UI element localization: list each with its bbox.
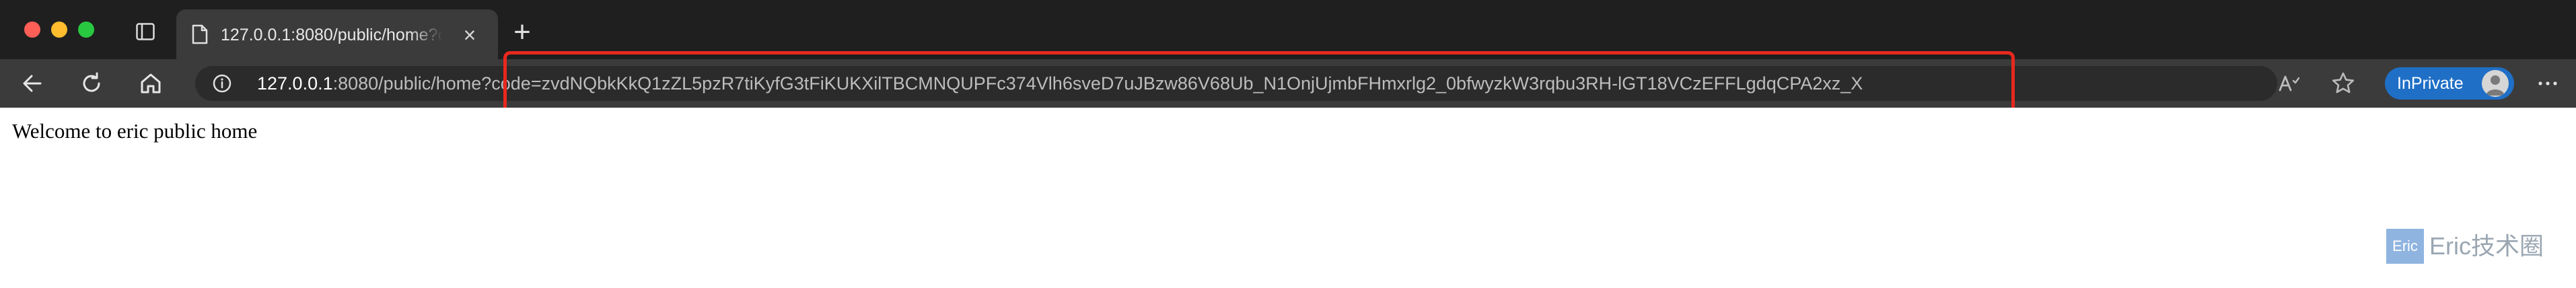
home-icon[interactable] <box>137 70 164 97</box>
favorite-star-icon[interactable] <box>2330 70 2357 97</box>
inprivate-label: InPrivate <box>2397 74 2464 93</box>
tab-active[interactable]: 127.0.0.1:8080/public/home?code=zvdNQbkK… <box>176 9 498 59</box>
close-window-button[interactable] <box>24 22 40 38</box>
minimize-window-button[interactable] <box>51 22 67 38</box>
tab-title: 127.0.0.1:8080/public/home?code=zvdNQbkK… <box>221 26 443 44</box>
url-host: 127.0.0.1 <box>257 73 333 94</box>
reload-icon[interactable] <box>78 70 105 97</box>
zoom-window-button[interactable] <box>78 22 94 38</box>
title-bar: 127.0.0.1:8080/public/home?code=zvdNQbkK… <box>0 0 2576 59</box>
watermark-badge: Eric <box>2386 229 2424 264</box>
more-options-icon[interactable] <box>2534 70 2561 97</box>
profile-icon <box>2486 75 2505 96</box>
url-highlight-box <box>503 51 2015 116</box>
watermark: Eric Eric技术圈 <box>2386 229 2559 264</box>
tab-close-button[interactable]: × <box>459 24 480 46</box>
watermark-text: Eric技术圈 <box>2429 232 2544 260</box>
tab-actions-icon[interactable] <box>136 23 155 40</box>
new-tab-button[interactable]: + <box>509 17 536 47</box>
back-arrow-icon[interactable] <box>19 70 46 97</box>
page-icon <box>192 24 208 44</box>
welcome-text: Welcome to eric public home <box>12 119 258 143</box>
site-info-icon[interactable] <box>213 74 231 93</box>
read-aloud-icon[interactable] <box>2276 70 2303 97</box>
inprivate-badge[interactable]: InPrivate <box>2385 67 2514 100</box>
page-content: Welcome to eric public home <box>0 108 2576 288</box>
avatar <box>2482 70 2509 97</box>
